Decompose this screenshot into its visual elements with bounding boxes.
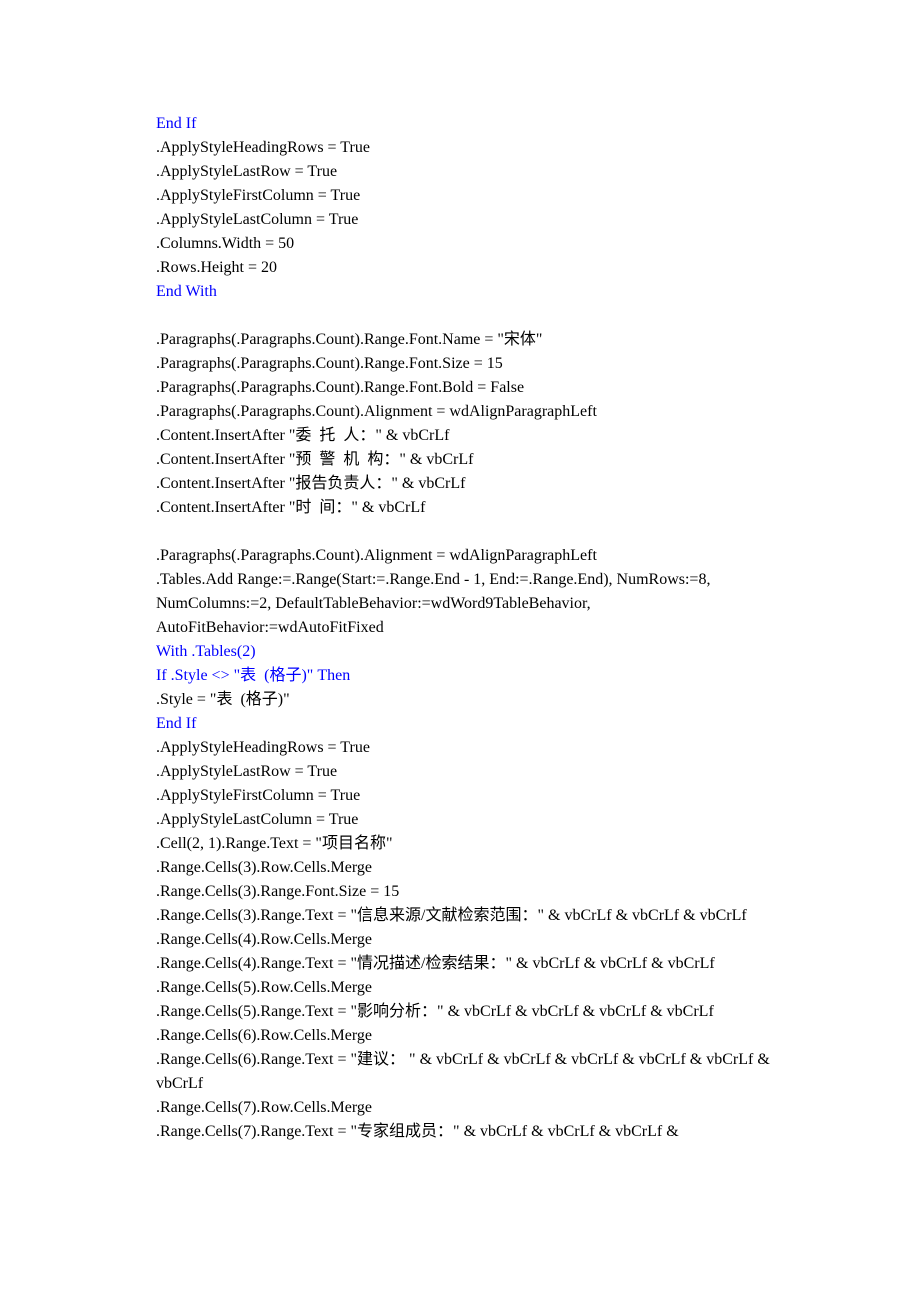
code-line: With .Tables(2) bbox=[156, 640, 820, 664]
code-line: End If bbox=[156, 712, 820, 736]
code-line bbox=[156, 304, 820, 328]
code-line: .Paragraphs(.Paragraphs.Count).Range.Fon… bbox=[156, 352, 820, 376]
code-line: .Range.Cells(7).Row.Cells.Merge bbox=[156, 1096, 820, 1120]
code-line: .ApplyStyleFirstColumn = True bbox=[156, 784, 820, 808]
code-line: .ApplyStyleHeadingRows = True bbox=[156, 736, 820, 760]
code-line: .Range.Cells(6).Row.Cells.Merge bbox=[156, 1024, 820, 1048]
code-line: .Paragraphs(.Paragraphs.Count).Alignment… bbox=[156, 544, 820, 568]
code-line: .Range.Cells(4).Range.Text = "情况描述/检索结果：… bbox=[156, 952, 820, 976]
code-block: End If.ApplyStyleHeadingRows = True.Appl… bbox=[156, 112, 820, 1144]
code-line: .Rows.Height = 20 bbox=[156, 256, 820, 280]
code-line: .Range.Cells(3).Row.Cells.Merge bbox=[156, 856, 820, 880]
code-line: .Range.Cells(3).Range.Font.Size = 15 bbox=[156, 880, 820, 904]
code-line: End With bbox=[156, 280, 820, 304]
code-line: .ApplyStyleLastRow = True bbox=[156, 760, 820, 784]
code-line: .Content.InsertAfter "报告负责人：" & vbCrLf bbox=[156, 472, 820, 496]
code-line: If .Style <> "表 (格子)" Then bbox=[156, 664, 820, 688]
document-page: End If.ApplyStyleHeadingRows = True.Appl… bbox=[0, 0, 920, 1184]
code-line: .Paragraphs(.Paragraphs.Count).Range.Fon… bbox=[156, 376, 820, 400]
code-line: End If bbox=[156, 112, 820, 136]
code-line: .Range.Cells(7).Range.Text = "专家组成员：" & … bbox=[156, 1120, 820, 1144]
code-line: .ApplyStyleLastRow = True bbox=[156, 160, 820, 184]
code-line: .Range.Cells(4).Row.Cells.Merge bbox=[156, 928, 820, 952]
code-line: .ApplyStyleLastColumn = True bbox=[156, 808, 820, 832]
code-line: .ApplyStyleLastColumn = True bbox=[156, 208, 820, 232]
code-line: .Tables.Add Range:=.Range(Start:=.Range.… bbox=[156, 568, 820, 640]
code-line: .Style = "表 (格子)" bbox=[156, 688, 820, 712]
code-line: .Columns.Width = 50 bbox=[156, 232, 820, 256]
code-line: .Content.InsertAfter "预 警 机 构：" & vbCrLf bbox=[156, 448, 820, 472]
code-line: .Cell(2, 1).Range.Text = "项目名称" bbox=[156, 832, 820, 856]
code-line: .Range.Cells(3).Range.Text = "信息来源/文献检索范… bbox=[156, 904, 820, 928]
code-line: .Paragraphs(.Paragraphs.Count).Alignment… bbox=[156, 400, 820, 424]
code-line: .ApplyStyleHeadingRows = True bbox=[156, 136, 820, 160]
code-line: .Content.InsertAfter "时 间：" & vbCrLf bbox=[156, 496, 820, 520]
code-line: .Range.Cells(5).Row.Cells.Merge bbox=[156, 976, 820, 1000]
code-line: .Range.Cells(5).Range.Text = "影响分析：" & v… bbox=[156, 1000, 820, 1024]
code-line bbox=[156, 520, 820, 544]
code-line: .Content.InsertAfter "委 托 人：" & vbCrLf bbox=[156, 424, 820, 448]
code-line: .ApplyStyleFirstColumn = True bbox=[156, 184, 820, 208]
code-line: .Paragraphs(.Paragraphs.Count).Range.Fon… bbox=[156, 328, 820, 352]
code-line: .Range.Cells(6).Range.Text = "建议： " & vb… bbox=[156, 1048, 820, 1096]
